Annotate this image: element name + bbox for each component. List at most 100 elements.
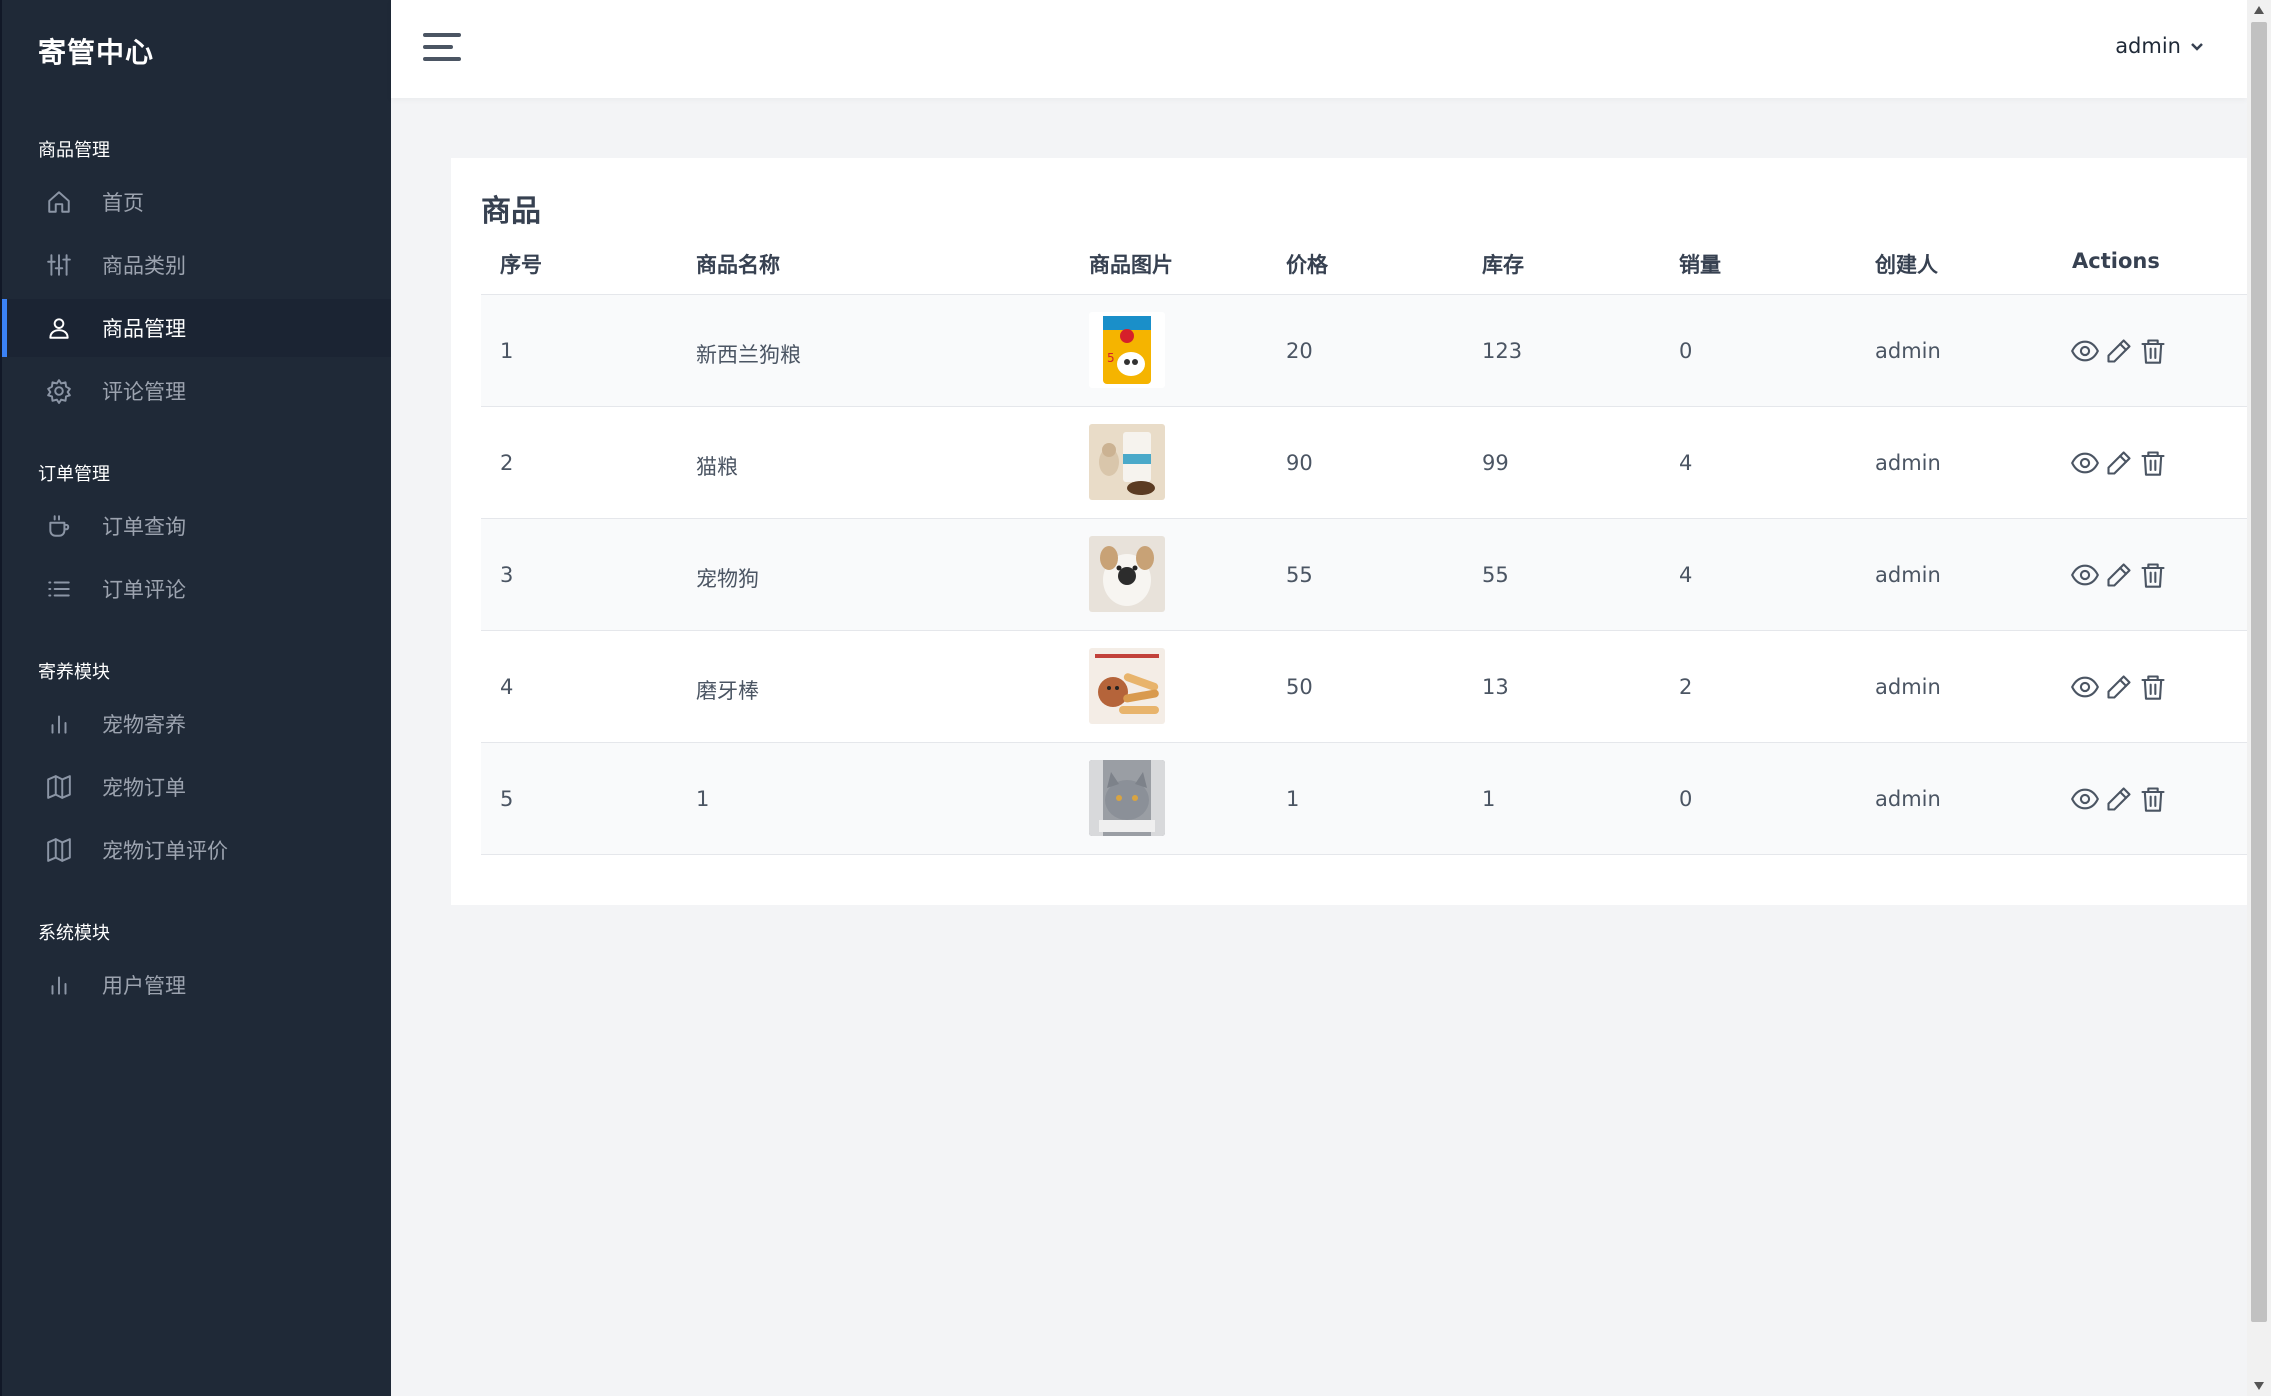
page-title: 商品 [481, 194, 541, 229]
sidebar-item-label: 商品类别 [102, 254, 186, 278]
table-row: 1 新西兰狗粮 5 20 123 0 admin [481, 295, 2247, 407]
cell-sales: 2 [1679, 675, 1693, 699]
list-icon [44, 574, 74, 604]
cell-creator: admin [1875, 563, 1941, 587]
cell-stock: 13 [1482, 675, 1509, 699]
sliders-icon [44, 250, 74, 280]
product-image [1089, 536, 1165, 612]
edit-icon[interactable] [2105, 561, 2133, 589]
cell-name: 新西兰狗粮 [696, 343, 801, 367]
table-row: 3 宠物狗 55 55 4 admin [481, 519, 2247, 631]
sidebar-item-user-management[interactable]: 用户管理 [2, 956, 391, 1014]
cell-name: 磨牙棒 [696, 679, 759, 703]
user-menu[interactable]: admin [2115, 34, 2205, 58]
brand-title: 寄管中心 [38, 36, 155, 69]
cell-price: 1 [1286, 787, 1300, 811]
cell-sales: 4 [1679, 451, 1693, 475]
sidebar-item-order-query[interactable]: 订单查询 [2, 497, 391, 555]
cell-id: 3 [500, 563, 514, 587]
sidebar-item-order-comments[interactable]: 订单评论 [2, 560, 391, 618]
cell-price: 20 [1286, 339, 1313, 363]
top-header: admin [391, 0, 2247, 98]
column-header-creator: 创建人 [1875, 253, 1938, 277]
scroll-down-icon[interactable] [2247, 1376, 2271, 1396]
sidebar-item-goods-management[interactable]: 商品管理 [2, 299, 391, 357]
view-icon[interactable] [2071, 449, 2099, 477]
delete-icon[interactable] [2139, 561, 2167, 589]
scroll-thumb[interactable] [2251, 22, 2267, 1322]
goods-table: 序号 商品名称 商品图片 价格 库存 销量 创建人 Actions 1 新西兰狗… [481, 238, 2247, 855]
cell-price: 90 [1286, 451, 1313, 475]
sidebar-item-label: 用户管理 [102, 974, 186, 998]
table-row: 2 猫粮 90 99 4 admin [481, 407, 2247, 519]
edit-icon[interactable] [2105, 785, 2133, 813]
delete-icon[interactable] [2139, 449, 2167, 477]
cell-price: 55 [1286, 563, 1313, 587]
sidebar-item-pet-orders[interactable]: 宠物订单 [2, 758, 391, 816]
bar-chart-icon [44, 970, 74, 1000]
cell-stock: 1 [1482, 787, 1496, 811]
cell-name: 宠物狗 [696, 567, 759, 591]
cell-stock: 99 [1482, 451, 1509, 475]
cell-id: 5 [500, 787, 514, 811]
cell-sales: 4 [1679, 563, 1693, 587]
edit-icon[interactable] [2105, 337, 2133, 365]
chevron-down-icon [2191, 43, 2203, 51]
sidebar-item-label: 订单评论 [102, 578, 186, 602]
cell-creator: admin [1875, 675, 1941, 699]
user-name: admin [2115, 34, 2181, 58]
view-icon[interactable] [2071, 561, 2099, 589]
sidebar-item-comments[interactable]: 评论管理 [2, 362, 391, 420]
table-row: 5 1 1 1 0 admin [481, 743, 2247, 855]
delete-icon[interactable] [2139, 673, 2167, 701]
bar-chart-icon [44, 709, 74, 739]
sidebar-item-pet-order-reviews[interactable]: 宠物订单评价 [2, 821, 391, 879]
sidebar-item-label: 首页 [102, 191, 144, 215]
section-title-boarding: 寄养模块 [38, 662, 110, 683]
cell-creator: admin [1875, 787, 1941, 811]
column-header-actions: Actions [2072, 249, 2160, 273]
column-header-price: 价格 [1286, 253, 1328, 277]
cell-id: 2 [500, 451, 514, 475]
sidebar: 寄管中心 商品管理 首页 商品类别 商品管理 评论管理 订单管理 订单查询 订单… [0, 0, 391, 1396]
svg-text:5: 5 [1107, 351, 1115, 365]
section-title-goods: 商品管理 [38, 140, 110, 161]
row-actions [2071, 337, 2167, 365]
menu-toggle-icon[interactable] [423, 33, 461, 63]
column-header-name: 商品名称 [696, 253, 780, 277]
cell-creator: admin [1875, 339, 1941, 363]
row-actions [2071, 785, 2167, 813]
edit-icon[interactable] [2105, 449, 2133, 477]
delete-icon[interactable] [2139, 337, 2167, 365]
view-icon[interactable] [2071, 337, 2099, 365]
sidebar-item-home[interactable]: 首页 [2, 173, 391, 231]
section-title-orders: 订单管理 [38, 464, 110, 485]
sidebar-item-pet-boarding[interactable]: 宠物寄养 [2, 695, 391, 753]
edit-icon[interactable] [2105, 673, 2133, 701]
sidebar-item-label: 商品管理 [102, 317, 186, 341]
vertical-scrollbar[interactable] [2247, 0, 2271, 1396]
map-icon [44, 835, 74, 865]
view-icon[interactable] [2071, 785, 2099, 813]
sidebar-item-goods-category[interactable]: 商品类别 [2, 236, 391, 294]
table-header: 序号 商品名称 商品图片 价格 库存 销量 创建人 Actions [481, 238, 2247, 295]
column-header-stock: 库存 [1482, 253, 1524, 277]
sidebar-item-label: 宠物寄养 [102, 713, 186, 737]
cell-stock: 123 [1482, 339, 1523, 363]
column-header-id: 序号 [500, 253, 542, 277]
user-icon [44, 313, 74, 343]
product-image [1089, 424, 1165, 500]
view-icon[interactable] [2071, 673, 2099, 701]
section-title-system: 系统模块 [38, 923, 110, 944]
cup-icon [44, 511, 74, 541]
delete-icon[interactable] [2139, 785, 2167, 813]
cell-name: 1 [696, 787, 710, 811]
goods-card: 商品 序号 商品名称 商品图片 价格 库存 销量 创建人 Actions 1 新… [451, 158, 2247, 905]
sidebar-item-label: 宠物订单 [102, 776, 186, 800]
scroll-up-icon[interactable] [2247, 0, 2271, 20]
cell-id: 4 [500, 675, 514, 699]
product-image [1089, 648, 1165, 724]
cell-id: 1 [500, 339, 514, 363]
cell-sales: 0 [1679, 787, 1693, 811]
gear-icon [44, 376, 74, 406]
